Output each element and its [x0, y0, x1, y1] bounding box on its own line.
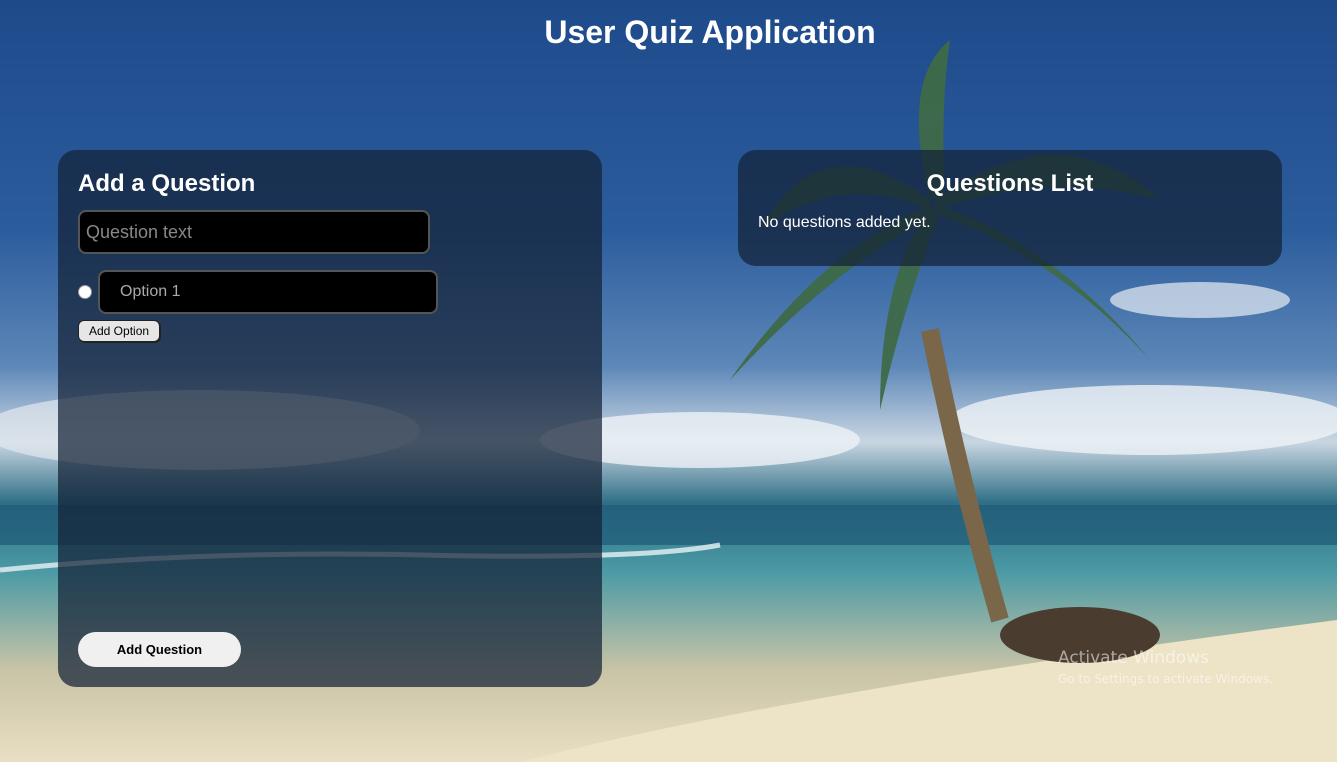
add-question-button[interactable]: Add Question [78, 632, 241, 667]
option-row [78, 270, 582, 314]
question-text-input[interactable] [78, 210, 430, 254]
add-option-button[interactable]: Add Option [78, 320, 161, 342]
add-question-heading: Add a Question [78, 170, 256, 197]
add-question-panel: Add a Question Add Option Add Question [58, 150, 602, 687]
activate-windows-watermark: Activate Windows Go to Settings to activ… [1058, 648, 1273, 686]
watermark-subtitle: Go to Settings to activate Windows. [1058, 672, 1273, 686]
empty-list-message: No questions added yet. [758, 214, 931, 231]
questions-list-panel: Questions List No questions added yet. [738, 150, 1282, 266]
watermark-title: Activate Windows [1058, 648, 1209, 668]
page-title: User Quiz Application [544, 14, 876, 50]
option-input[interactable] [98, 270, 438, 314]
correct-option-radio[interactable] [78, 285, 92, 299]
questions-list-heading: Questions List [926, 170, 1094, 197]
